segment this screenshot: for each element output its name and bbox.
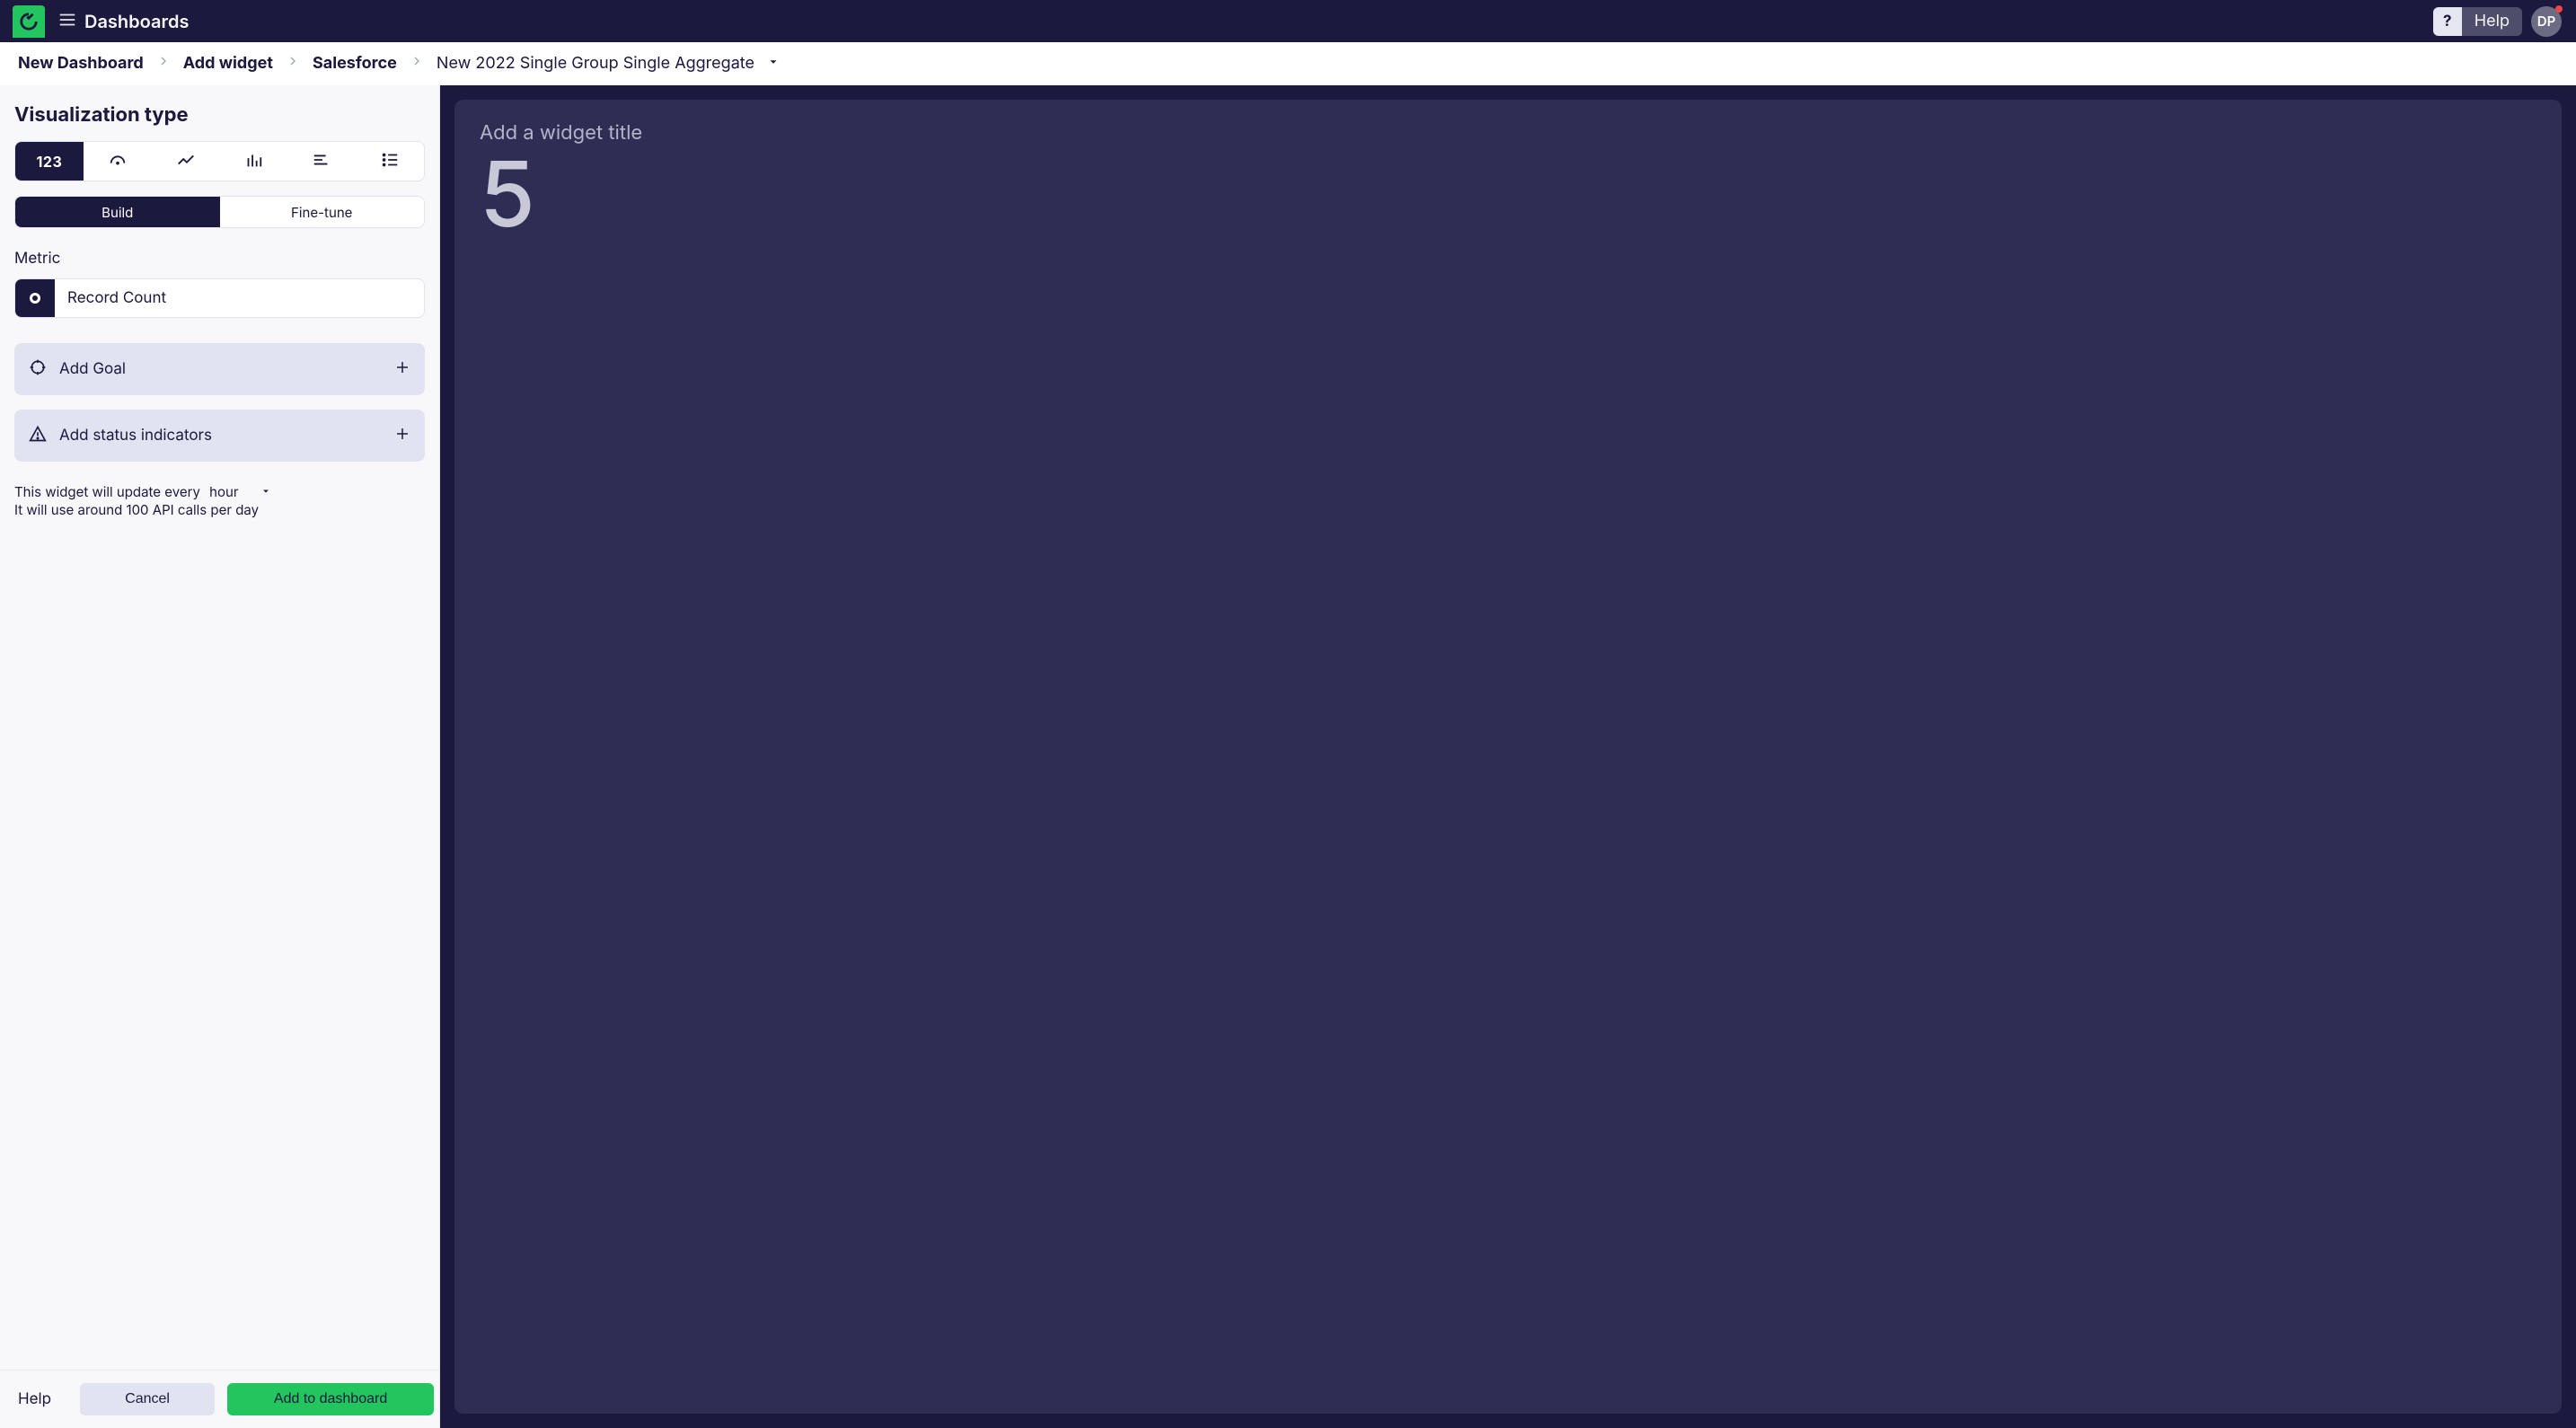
bar-chart-icon — [243, 150, 263, 173]
widget-title-input[interactable]: Add a widget title — [480, 121, 2536, 145]
add-status-label: Add status indicators — [59, 427, 382, 445]
add-goal-label: Add Goal — [59, 360, 382, 378]
breadcrumb-current[interactable]: New 2022 Single Group Single Aggregate — [437, 54, 754, 73]
help-button[interactable]: ? Help — [2433, 7, 2522, 36]
caret-down-icon[interactable] — [244, 483, 271, 501]
menu-icon[interactable] — [57, 10, 77, 33]
viz-tab-hbar[interactable] — [287, 142, 356, 181]
chevron-right-icon — [286, 54, 300, 73]
breadcrumb-item-2[interactable]: Add widget — [183, 54, 273, 73]
gauge-icon — [108, 150, 128, 173]
tab-finetune[interactable]: Fine-tune — [220, 197, 425, 227]
line-chart-icon — [176, 150, 196, 173]
metric-label: Metric — [14, 250, 425, 268]
help-label: Help — [2462, 12, 2522, 31]
list-numbered-icon — [380, 150, 400, 173]
viz-tab-bar[interactable] — [219, 142, 287, 181]
viz-type-tabs: 123 — [14, 141, 425, 181]
config-panel: Visualization type 123 — [0, 85, 440, 1428]
metric-value: Record Count — [55, 279, 424, 317]
breadcrumb-item-3[interactable]: Salesforce — [313, 54, 397, 73]
add-status-button[interactable]: Add status indicators — [14, 410, 425, 462]
widget-value: 5 — [480, 150, 2536, 240]
widget-preview: Add a widget title 5 — [454, 100, 2562, 1414]
page-title: Dashboards — [84, 11, 189, 32]
caret-down-icon[interactable] — [767, 54, 780, 73]
footer-help[interactable]: Help — [14, 1390, 55, 1408]
update-api-line: It will use around 100 API calls per day — [14, 501, 425, 519]
metric-select[interactable]: Record Count — [14, 278, 425, 318]
update-info: This widget will update every hour It wi… — [14, 483, 425, 520]
viz-tab-gauge[interactable] — [84, 142, 152, 181]
update-frequency[interactable]: hour — [209, 483, 238, 501]
tab-build[interactable]: Build — [15, 197, 220, 227]
add-goal-button[interactable]: Add Goal — [14, 343, 425, 395]
warning-icon — [29, 425, 47, 446]
target-icon — [29, 358, 47, 380]
help-question-icon: ? — [2433, 7, 2462, 36]
horizontal-bar-icon — [312, 150, 331, 173]
topbar: Dashboards ? Help DP — [0, 0, 2576, 42]
avatar[interactable]: DP — [2531, 6, 2562, 37]
viz-tab-leaderboard[interactable] — [356, 142, 424, 181]
chevron-right-icon — [410, 54, 424, 73]
breadcrumb-item-1[interactable]: New Dashboard — [18, 54, 144, 73]
app-logo[interactable] — [13, 5, 45, 38]
panel-footer: Help Cancel Add to dashboard — [0, 1370, 439, 1428]
mode-tabs: Build Fine-tune — [14, 196, 425, 228]
metric-bullet-icon — [15, 279, 55, 317]
cancel-button[interactable]: Cancel — [80, 1383, 215, 1415]
chevron-right-icon — [156, 54, 171, 73]
plus-icon — [394, 359, 410, 379]
update-prefix: This widget will update every — [14, 483, 204, 501]
plus-icon — [394, 426, 410, 445]
preview-panel: Add a widget title 5 — [440, 85, 2576, 1428]
breadcrumb: New Dashboard Add widget Salesforce New … — [0, 42, 2576, 85]
viz-tab-line[interactable] — [152, 142, 220, 181]
section-visualization-type: Visualization type — [14, 103, 425, 127]
add-to-dashboard-button[interactable]: Add to dashboard — [227, 1383, 434, 1415]
viz-tab-number[interactable]: 123 — [15, 142, 84, 181]
